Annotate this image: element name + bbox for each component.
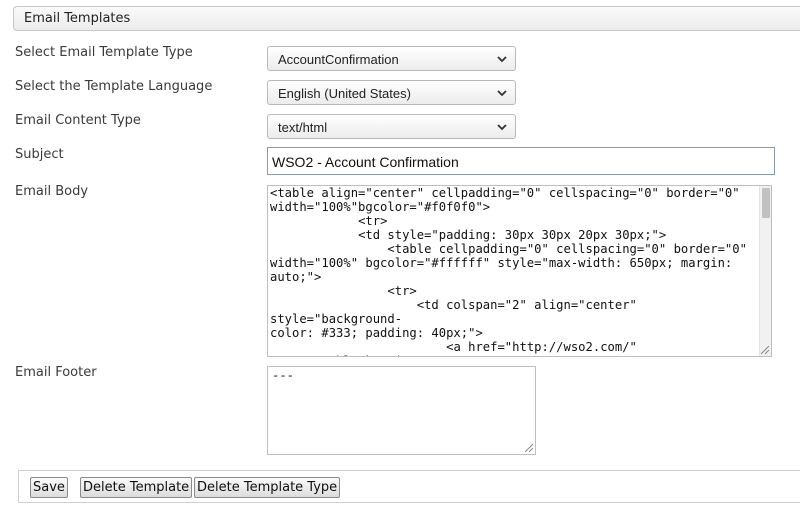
content-type-label: Email Content Type (15, 113, 141, 128)
template-language-label: Select the Template Language (15, 79, 213, 94)
delete-template-button[interactable]: Delete Template (80, 477, 193, 498)
template-type-value: AccountConfirmation (278, 52, 399, 67)
template-language-select[interactable]: English (United States) (267, 80, 516, 105)
email-body-scrollbar[interactable] (759, 186, 771, 356)
content-type-value: text/html (278, 120, 328, 135)
button-bar: Save Delete Template Delete Template Typ… (18, 470, 800, 503)
panel-header: Email Templates (13, 6, 800, 31)
chevron-down-icon (497, 124, 507, 131)
scrollbar-thumb[interactable] (762, 188, 770, 218)
chevron-down-icon (497, 90, 507, 97)
subject-input[interactable]: WSO2 - Account Confirmation (267, 147, 775, 175)
subject-label: Subject (15, 147, 64, 162)
template-type-label: Select Email Template Type (15, 45, 193, 60)
panel-title: Email Templates (24, 11, 131, 26)
resize-grip-icon[interactable] (523, 442, 534, 453)
template-language-value: English (United States) (278, 86, 411, 101)
delete-template-type-button[interactable]: Delete Template Type (194, 477, 341, 498)
template-type-select[interactable]: AccountConfirmation (267, 46, 516, 71)
email-footer-content: --- (272, 369, 294, 383)
email-footer-textarea[interactable]: --- (267, 366, 536, 455)
email-body-content: <table align="center" cellpadding="0" ce… (270, 186, 747, 356)
save-button[interactable]: Save (30, 477, 68, 498)
email-body-label: Email Body (15, 184, 89, 199)
email-body-textarea[interactable]: <table align="center" cellpadding="0" ce… (267, 185, 772, 357)
chevron-down-icon (497, 56, 507, 63)
email-footer-label: Email Footer (15, 365, 97, 380)
resize-grip-icon[interactable] (759, 344, 770, 355)
content-type-select[interactable]: text/html (267, 114, 516, 139)
subject-value: WSO2 - Account Confirmation (272, 154, 459, 170)
